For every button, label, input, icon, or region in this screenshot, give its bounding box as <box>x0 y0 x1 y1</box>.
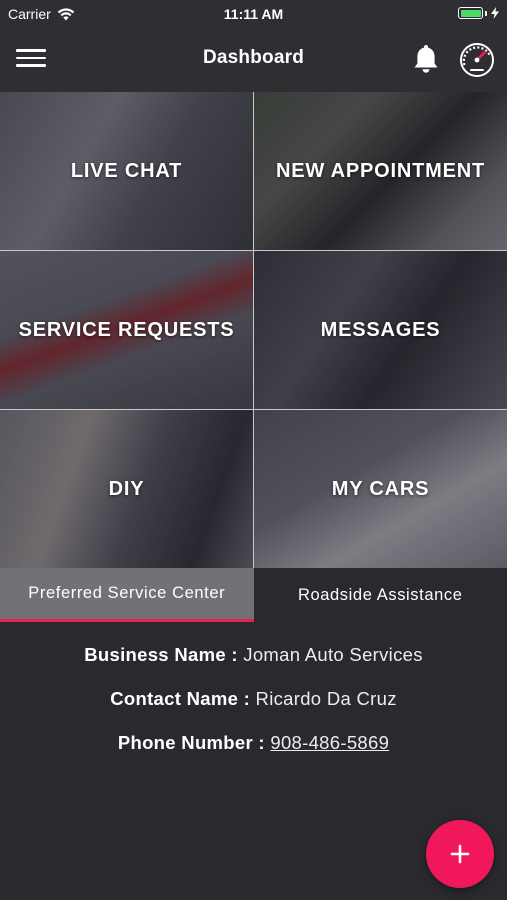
dashboard-tile-grid: LIVE CHAT NEW APPOINTMENT SERVICE REQUES… <box>0 92 507 568</box>
phone-number-row: Phone Number : 908-486-5869 <box>0 732 507 754</box>
tile-label: SERVICE REQUESTS <box>18 318 235 341</box>
navigation-bar: Dashboard <box>0 28 507 92</box>
tile-new-appointment[interactable]: NEW APPOINTMENT <box>254 92 507 250</box>
contact-name-label: Contact Name : <box>110 688 251 709</box>
bell-icon[interactable] <box>412 43 440 75</box>
business-name-value: Joman Auto Services <box>243 644 423 665</box>
tile-label: MY CARS <box>331 477 430 500</box>
add-button[interactable] <box>426 820 494 888</box>
status-time: 11:11 AM <box>223 6 284 22</box>
business-name-row: Business Name : Joman Auto Services <box>0 644 507 666</box>
business-name-label: Business Name : <box>84 644 238 665</box>
contact-name-row: Contact Name : Ricardo Da Cruz <box>0 688 507 710</box>
status-bar: Carrier 11:11 AM <box>0 0 507 28</box>
info-tabs: Preferred Service Center Roadside Assist… <box>0 568 507 622</box>
speedometer-icon[interactable] <box>458 41 496 79</box>
tile-messages[interactable]: MESSAGES <box>254 251 507 409</box>
battery-icon <box>458 7 499 19</box>
tile-label: LIVE CHAT <box>70 159 183 182</box>
plus-icon <box>450 844 470 864</box>
tile-label: NEW APPOINTMENT <box>275 159 486 182</box>
tile-live-chat[interactable]: LIVE CHAT <box>0 92 253 250</box>
phone-number-label: Phone Number : <box>117 732 265 753</box>
phone-number-link[interactable]: 908-486-5869 <box>270 732 389 753</box>
charging-bolt-icon <box>491 7 499 19</box>
tile-service-requests[interactable]: SERVICE REQUESTS <box>0 251 253 409</box>
tile-my-cars[interactable]: MY CARS <box>254 410 507 568</box>
tile-label: MESSAGES <box>320 318 441 341</box>
service-center-info: Business Name : Joman Auto Services Cont… <box>0 644 507 776</box>
contact-name-value: Ricardo Da Cruz <box>255 688 397 709</box>
tile-label: DIY <box>108 477 145 500</box>
tile-diy[interactable]: DIY <box>0 410 253 568</box>
tab-roadside-assistance[interactable]: Roadside Assistance <box>253 568 507 622</box>
tab-preferred-service-center[interactable]: Preferred Service Center <box>0 568 254 622</box>
